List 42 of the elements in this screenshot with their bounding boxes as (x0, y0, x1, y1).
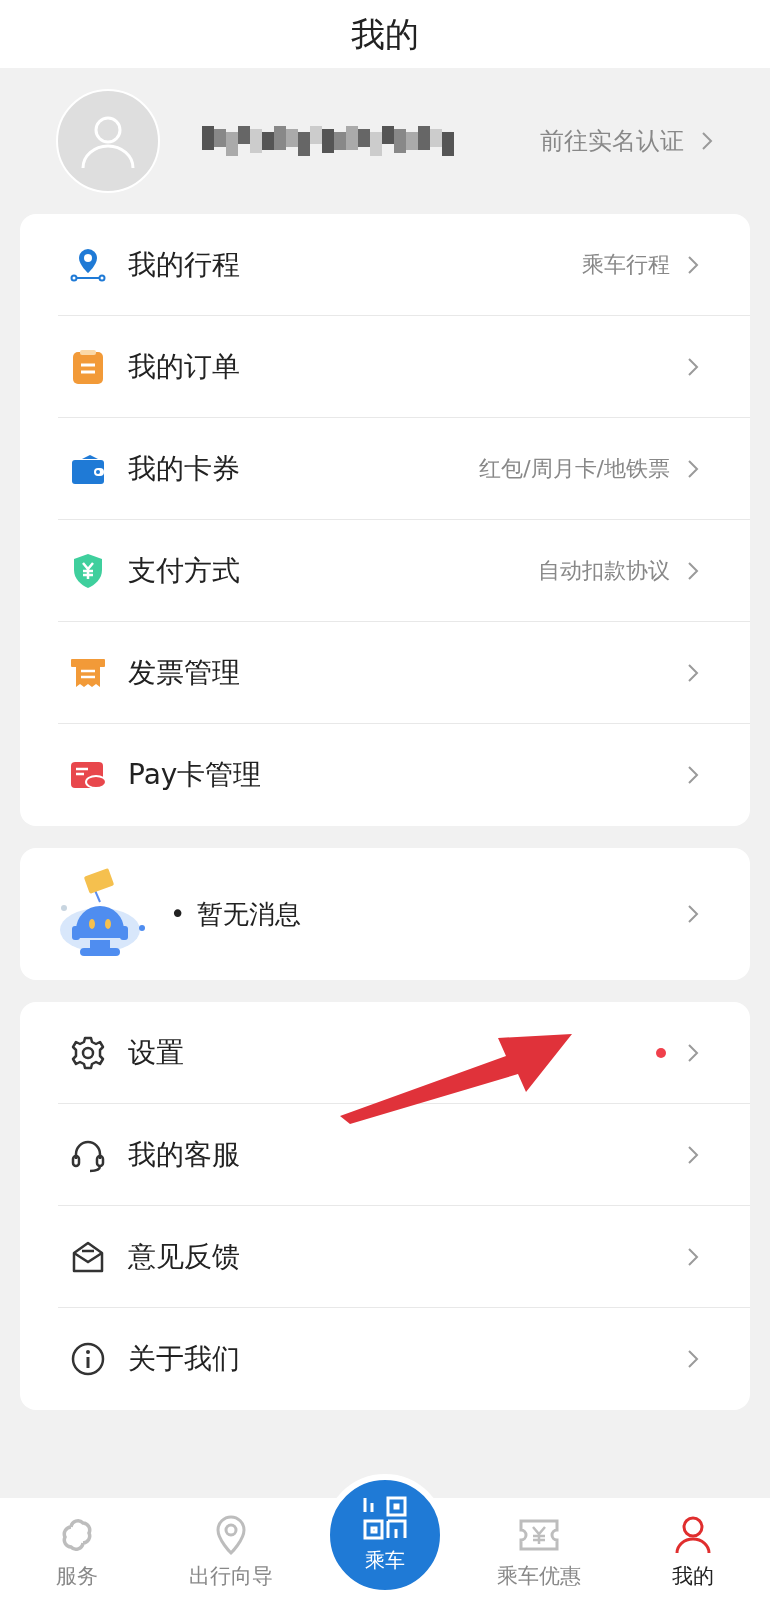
menu-row[interactable]: 我的行程 乘车行程 (58, 214, 750, 316)
menu-label: 支付方式 (128, 552, 241, 589)
qr-code-icon (362, 1495, 408, 1541)
menu-row[interactable]: 关于我们 (58, 1308, 750, 1410)
tab-item[interactable]: 乘车优惠 (462, 1512, 616, 1592)
menu-hint: 自动扣款协议 (538, 557, 670, 585)
menu-hint: 红包/周月卡/地铁票 (479, 455, 670, 483)
tab-item[interactable]: 我的 (616, 1512, 770, 1592)
menu-row[interactable]: 我的订单 (58, 316, 750, 418)
menu-label: 我的订单 (128, 348, 241, 385)
chevron-right-icon (686, 764, 700, 786)
menu-label: 我的客服 (128, 1136, 241, 1173)
menu-label: 关于我们 (128, 1341, 241, 1377)
chevron-right-icon (686, 1348, 700, 1370)
bullet: • (170, 897, 186, 931)
menu-row[interactable]: 意见反馈 (58, 1206, 750, 1308)
chevron-right-icon (686, 903, 700, 925)
chevron-right-icon (686, 253, 700, 276)
tab-item[interactable]: 服务 (0, 1512, 154, 1592)
menu-row[interactable]: Pay卡管理 (58, 724, 750, 826)
menu-row[interactable]: 发票管理 (58, 622, 750, 724)
chevron-right-icon (686, 1041, 700, 1064)
chevron-right-icon (686, 661, 700, 684)
menu-label: 设置 (128, 1034, 185, 1071)
chevron-right-icon (686, 457, 700, 480)
menu-row[interactable]: 支付方式 自动扣款协议 (58, 520, 750, 622)
chevron-right-icon (686, 355, 700, 378)
message-status: 暂无消息 (197, 897, 303, 931)
tab-item[interactable]: 出行向导 (154, 1512, 308, 1592)
menu-label: 我的行程 (128, 246, 241, 283)
menu-label: Pay卡管理 (128, 757, 263, 793)
chevron-right-icon (686, 559, 700, 582)
message-card[interactable]: • 暂无消息 (20, 848, 750, 980)
chevron-right-icon (700, 130, 714, 152)
chevron-right-icon (686, 1245, 700, 1268)
menu-label: 发票管理 (128, 654, 241, 691)
page-title: 我的 (351, 12, 419, 56)
menu-row[interactable]: 我的卡券 红包/周月卡/地铁票 (58, 418, 750, 520)
menu-label: 我的卡券 (128, 450, 241, 487)
menu-hint: 乘车行程 (582, 251, 670, 279)
chevron-right-icon (686, 1143, 700, 1166)
menu-label: 意见反馈 (128, 1238, 241, 1275)
